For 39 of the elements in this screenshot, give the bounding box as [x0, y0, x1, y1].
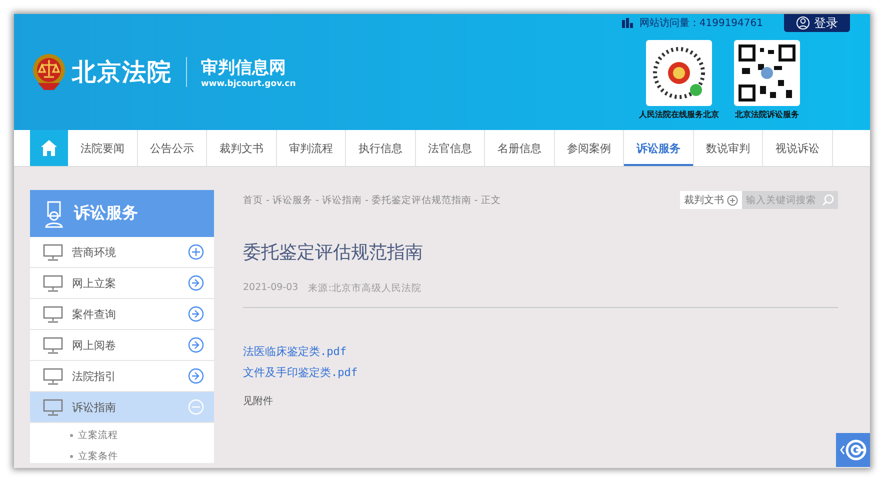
attachment-link[interactable]: 文件及手印鉴定类.pdf: [243, 365, 838, 380]
sidebar-title: 诉讼服务: [74, 203, 138, 224]
court-name: 北京法院: [72, 57, 172, 88]
login-button[interactable]: 登录: [784, 14, 850, 32]
breadcrumb: 首页 - 诉讼服务 - 诉讼指南 - 委托鉴定评估规范指南 - 正文: [243, 194, 501, 206]
search-field[interactable]: 输入关键词搜索: [742, 191, 838, 209]
service-logo-icon: [839, 437, 867, 463]
plus-icon: [727, 194, 738, 206]
menu-item-icon: [42, 274, 64, 292]
home-icon: [40, 139, 58, 157]
visit-counter: 网站访问量：4199194761: [639, 16, 763, 30]
user-icon: [796, 16, 810, 30]
sidebar-subitem[interactable]: 立案流程: [70, 429, 214, 442]
search-category-select[interactable]: 裁判文书: [680, 191, 742, 209]
nav-tab[interactable]: 诉讼服务: [624, 130, 694, 166]
menu-item-icon: [42, 243, 64, 261]
site-name: 审判信息网: [201, 56, 287, 78]
sidebar-item[interactable]: 诉讼指南: [30, 392, 214, 423]
service-person-icon: [44, 200, 64, 228]
menu-item-icon: [42, 367, 64, 385]
article-body: 见附件: [243, 395, 274, 408]
floating-service-button[interactable]: [836, 433, 870, 467]
search-icon[interactable]: [822, 194, 834, 206]
menu-item-icon: [42, 305, 64, 323]
qr-code-icon: [734, 40, 800, 106]
menu-item-icon: [42, 336, 64, 354]
court-emblem-icon: [32, 53, 66, 91]
qr-code-icon: [646, 40, 712, 106]
home-button[interactable]: [30, 130, 68, 166]
qr-code-caption: 人民法院在线服务北京: [639, 109, 719, 120]
qr-code-caption: 北京法院诉讼服务: [735, 109, 799, 120]
bar-chart-icon: [622, 18, 634, 28]
article-source: 来源:北京市高级人民法院: [308, 282, 422, 295]
site-url: www.bjcourt.gov.cn: [201, 78, 296, 88]
menu-item-icon: [42, 398, 64, 416]
article-title: 委托鉴定评估规范指南: [243, 241, 424, 264]
article-date: 2021-09-03: [243, 282, 298, 295]
attachment-link[interactable]: 法医临床鉴定类.pdf: [243, 344, 838, 359]
sidebar-subitem[interactable]: 立案条件: [70, 450, 214, 463]
